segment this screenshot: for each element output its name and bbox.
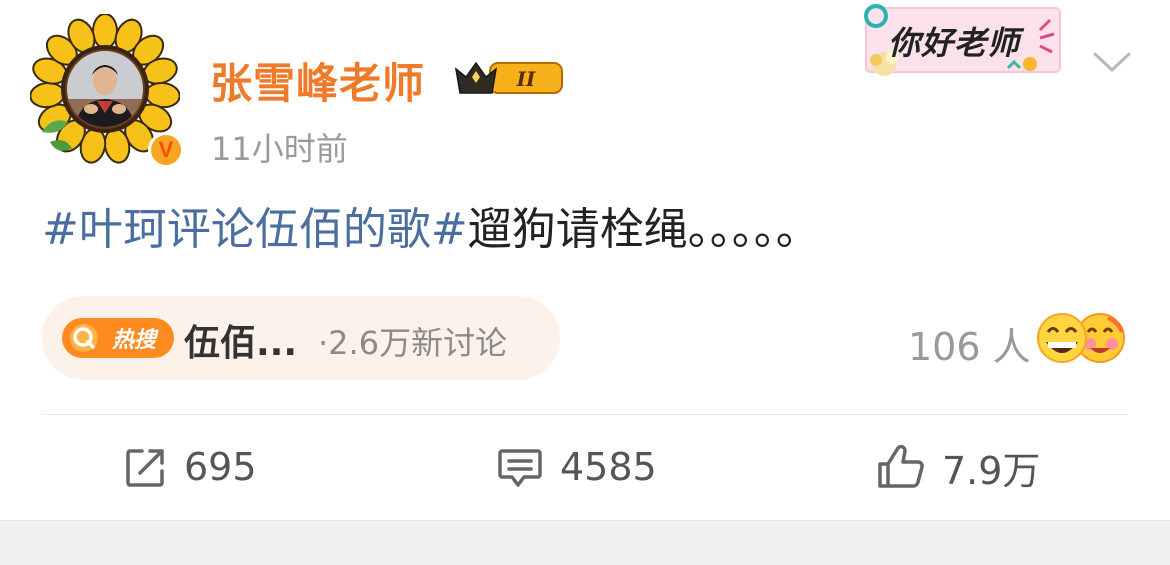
avatar-photo <box>67 51 143 127</box>
repost-button[interactable]: 695 <box>124 440 257 494</box>
username[interactable]: 张雪峰老师 <box>210 50 425 111</box>
hot-search-badge-label: 热搜 <box>111 328 159 353</box>
hot-search-icon: 热搜 <box>62 318 174 358</box>
comment-icon <box>498 449 542 487</box>
weibo-post-card: V 张雪峰老师 II 11小时前 你好老师 #叶珂评论伍佰的歌#遛狗请栓绳。。。… <box>0 0 1170 520</box>
thumbs-up-icon <box>878 444 924 488</box>
sticker-text: 你好老师 <box>888 24 1021 62</box>
hot-search-pill[interactable]: 热搜 伍佰... ·2.6万新讨论 <box>42 296 560 380</box>
repost-icon <box>126 449 164 487</box>
chevron-down-icon[interactable] <box>1092 50 1132 74</box>
verified-badge: V <box>148 132 184 168</box>
comment-button[interactable]: 4585 <box>496 440 657 494</box>
hot-topic: 伍佰... <box>184 323 298 364</box>
vip-crown-badge[interactable]: II <box>450 55 568 101</box>
post-text: 遛狗请栓绳。。。。。 <box>467 204 820 255</box>
feed-separator <box>0 520 1170 565</box>
repost-count: 695 <box>184 445 257 489</box>
divider <box>42 414 1128 415</box>
hot-discuss-count: ·2.6万新讨论 <box>318 324 508 362</box>
hashtag-link[interactable]: #叶珂评论伍佰的歌# <box>42 204 468 255</box>
post-content: #叶珂评论伍佰的歌#遛狗请栓绳。。。。。 <box>42 202 820 258</box>
post-time: 11小时前 <box>211 130 348 168</box>
like-count: 7.9万 <box>942 448 1041 493</box>
vip-level-text: II <box>516 67 536 91</box>
like-button[interactable]: 7.9万 <box>876 440 1040 494</box>
avatar[interactable]: V <box>30 14 184 168</box>
comment-count: 4585 <box>560 445 657 489</box>
laughing-emoji-icon[interactable] <box>1034 312 1128 364</box>
reaction-people-count[interactable]: 106 人 <box>908 316 1031 371</box>
